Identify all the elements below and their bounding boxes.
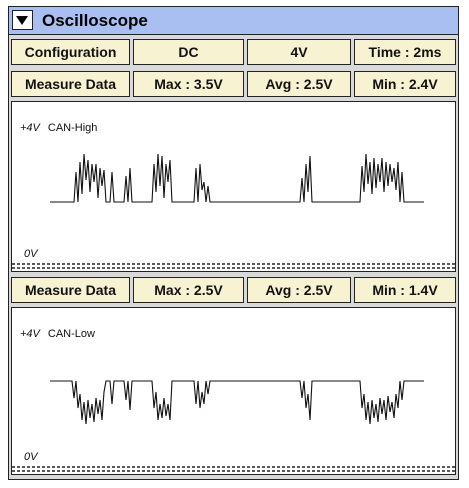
voltage-max-label: +4V CAN-High [20, 122, 98, 134]
max-value: Max : 2.5V [133, 277, 244, 303]
volts-div-selector[interactable]: 4V [247, 39, 351, 65]
can-high-waveform-display: +4V CAN-High 0V [11, 101, 456, 272]
time-div-selector[interactable]: Time : 2ms [354, 39, 456, 65]
window-title: Oscilloscope [42, 11, 148, 30]
coupling-selector[interactable]: DC [133, 39, 244, 65]
configuration-label: Configuration [11, 39, 130, 65]
oscilloscope-window: Oscilloscope Configuration DC 4V Time : … [8, 6, 459, 480]
max-value: Max : 3.5V [133, 71, 244, 97]
zero-volt-label: 0V [24, 248, 38, 260]
voltage-max-label: +4V CAN-Low [20, 328, 95, 340]
signal-name: CAN-High [47, 122, 98, 134]
collapse-button[interactable] [12, 10, 33, 30]
measure-data-label: Measure Data [11, 277, 130, 303]
min-value: Min : 1.4V [354, 277, 456, 303]
zero-volt-label: 0V [24, 451, 38, 463]
avg-value: Avg : 2.5V [247, 277, 351, 303]
can-low-waveform-display: +4V CAN-Low 0V [11, 307, 456, 475]
min-value: Min : 2.4V [354, 71, 456, 97]
signal-name: CAN-Low [47, 328, 95, 340]
measure-data-label: Measure Data [11, 71, 130, 97]
avg-value: Avg : 2.5V [247, 71, 351, 97]
title-bar: Oscilloscope [9, 7, 458, 35]
triangle-down-icon [16, 16, 28, 25]
